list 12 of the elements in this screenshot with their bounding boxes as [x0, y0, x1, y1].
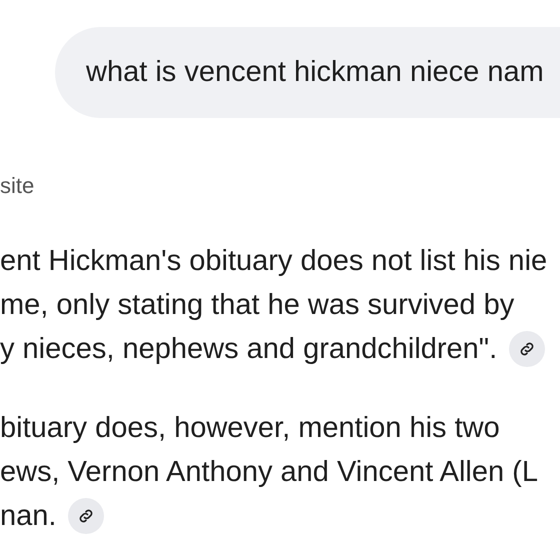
citation-link-button[interactable]: [68, 498, 104, 534]
answer-text: ews, Vernon Anthony and Vincent Allen (L: [0, 456, 538, 488]
link-icon: [518, 340, 536, 358]
citation-link-button[interactable]: [509, 331, 546, 367]
answer-text: ent Hickman's obituary does not list his nie: [0, 244, 548, 278]
query-text: what is vencent hickman niece nam: [86, 56, 544, 89]
answer-text: bituary does, however, mention his two: [0, 412, 500, 444]
answer-text: y nieces, nephews and grandchildren".: [0, 332, 498, 366]
source-label: site: [0, 173, 36, 199]
link-icon: [77, 507, 96, 525]
answer-text: me, only stating that he was survived by: [0, 288, 514, 322]
answer-text: nan.: [0, 500, 56, 532]
